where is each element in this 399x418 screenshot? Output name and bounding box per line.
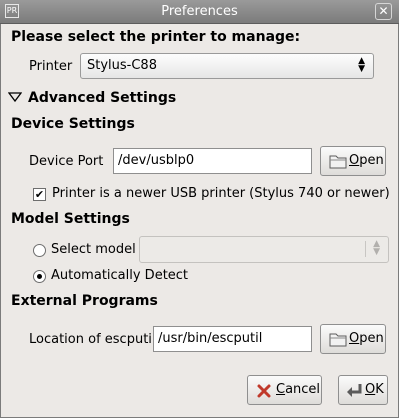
select-model-label[interactable]: Select model: [51, 242, 136, 257]
escputil-open-button[interactable]: Open: [320, 324, 386, 354]
folder-icon: [329, 331, 347, 347]
select-model-radio[interactable]: [33, 244, 46, 257]
expander-triangle-icon[interactable]: [7, 91, 24, 105]
escputil-location-input[interactable]: /usr/bin/escputil: [153, 326, 312, 352]
advanced-settings-expander[interactable]: Advanced Settings: [28, 90, 176, 106]
open-label: pen: [359, 331, 384, 346]
ok-mnemonic: O: [365, 382, 376, 397]
open-label: pen: [359, 153, 384, 168]
ok-label: K: [375, 382, 384, 397]
open-mnemonic: O: [349, 331, 360, 346]
model-settings-heading: Model Settings: [11, 211, 130, 227]
printer-heading: Please select the printer to manage:: [11, 29, 301, 45]
title-bar: PR Preferences ✕: [0, 0, 399, 24]
updown-arrows-icon: ▲ ▼: [373, 239, 380, 257]
cancel-mnemonic: C: [276, 382, 286, 397]
cancel-label: ancel: [285, 382, 321, 397]
radio-dot: [37, 274, 42, 279]
model-combo: ▲ ▼: [139, 236, 389, 263]
printer-label: Printer: [29, 59, 73, 74]
newer-usb-label[interactable]: Printer is a newer USB printer (Stylus 7…: [52, 186, 390, 201]
external-programs-heading: External Programs: [11, 293, 158, 309]
escputil-location-label: Location of escputil: [29, 332, 156, 347]
device-open-button[interactable]: Open: [320, 146, 386, 176]
auto-detect-radio[interactable]: [33, 270, 46, 283]
cancel-icon: [256, 383, 274, 399]
combo-separator: [365, 241, 366, 257]
folder-icon: [329, 153, 347, 169]
device-port-value: /dev/usblp0: [118, 153, 195, 168]
close-icon[interactable]: ✕: [375, 3, 392, 20]
window-title: Preferences: [161, 4, 238, 19]
ok-arrow-icon: [345, 382, 363, 398]
device-port-label: Device Port: [29, 154, 104, 169]
printer-combo-value: Stylus-C88: [87, 58, 157, 73]
cancel-button[interactable]: Cancel: [247, 375, 322, 405]
newer-usb-checkbox[interactable]: ✔: [33, 188, 46, 201]
auto-detect-label[interactable]: Automatically Detect: [51, 268, 188, 283]
open-mnemonic: O: [349, 153, 360, 168]
printer-combo[interactable]: Stylus-C88 ▲ ▼: [80, 53, 374, 79]
escputil-location-value: /usr/bin/escputil: [158, 331, 263, 346]
device-settings-heading: Device Settings: [11, 116, 135, 132]
updown-arrows-icon: ▲ ▼: [358, 56, 365, 74]
device-port-input[interactable]: /dev/usblp0: [113, 148, 312, 174]
ok-button[interactable]: OK: [338, 375, 388, 405]
